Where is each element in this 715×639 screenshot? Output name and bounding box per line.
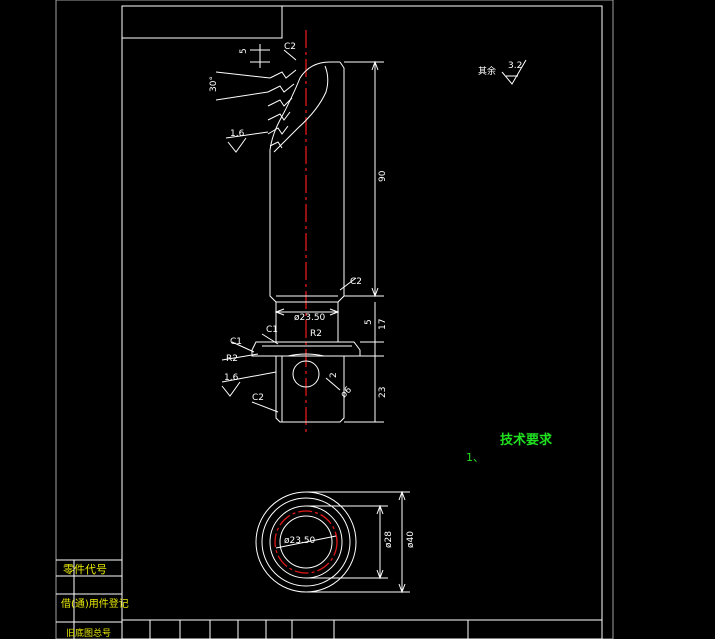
roughness-note: 其余 3.2 [478, 61, 522, 77]
side-table: 零件代号 借(通)用件登记 旧底图总号 [56, 559, 129, 639]
dim-chamfer-base: C2 [252, 393, 264, 403]
dim-dia-28: ø28 [384, 531, 394, 548]
tech-requirements: 技术要求 1、 [466, 432, 553, 464]
dim-dia-inner: ø23.50 [284, 536, 316, 546]
dim-roughness-thread: 1.6 [230, 129, 245, 139]
title-box-top [121, 5, 283, 39]
side-table-row1: 零件代号 [63, 563, 107, 576]
dimension-labels: C2 5 30° 1.6 90 C2 ø23.50 C1 C1 R2 R2 5 … [209, 42, 388, 403]
dim-radius-r2b: R2 [226, 354, 238, 364]
tech-requirements-item1: 1、 [466, 451, 484, 464]
dim-17: 17 [378, 319, 388, 330]
thread-teeth [267, 69, 297, 149]
dim-chamfer-top: C2 [284, 42, 296, 52]
dim-chamfer-c1b: C1 [230, 337, 242, 347]
dimension-lines [215, 44, 527, 423]
dim-thread-pitch: 5 [239, 48, 249, 54]
dim-23: 23 [378, 387, 388, 398]
dim-chamfer-shaft: C2 [350, 277, 362, 287]
tech-requirements-title: 技术要求 [500, 432, 553, 448]
dim-5: 5 [364, 319, 374, 325]
part-top-view: ø23.50 ø28 ø40 [255, 490, 416, 594]
dim-thread-angle: 30° [209, 76, 219, 92]
dim-radius-r2a: R2 [310, 329, 322, 339]
roughness-note-label: 其余 [478, 65, 496, 77]
cad-drawing-canvas: 零件代号 借(通)用件登记 旧底图总号 C2 5 30° 1.6 90 C2 ø… [55, 0, 614, 639]
dim-dia-40: ø40 [406, 531, 416, 548]
side-table-row3: 旧底图总号 [66, 627, 111, 639]
side-table-row2: 借(通)用件登记 [61, 597, 129, 610]
dim-roughness-base: 1.6 [224, 373, 239, 383]
drawing-frame [55, 0, 614, 639]
dim-dia-shaft: ø23.50 [294, 313, 326, 323]
roughness-note-value: 3.2 [508, 61, 522, 71]
dim-2: 2 [329, 372, 339, 378]
dim-hole-dia: ø6 [339, 385, 354, 400]
dim-length-90: 90 [378, 170, 388, 182]
dim-chamfer-c1a: C1 [266, 325, 278, 335]
